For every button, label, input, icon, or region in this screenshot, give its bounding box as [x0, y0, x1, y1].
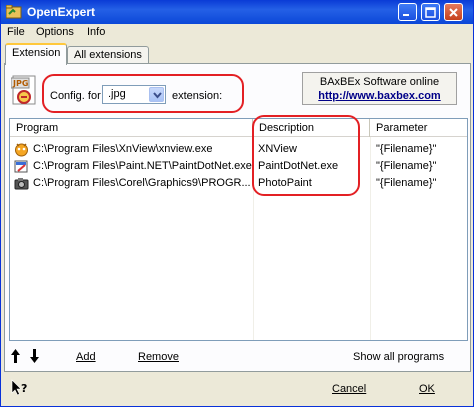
- close-icon: [449, 8, 458, 17]
- menu-info[interactable]: Info: [87, 26, 105, 38]
- svg-text:?: ?: [21, 382, 27, 395]
- program-path: C:\Program Files\Paint.NET\PaintDotNet.e…: [33, 160, 252, 172]
- cancel-button[interactable]: Cancel: [332, 383, 366, 395]
- company-info-box: BAxBEx Software online http://www.baxbex…: [302, 72, 457, 105]
- arrow-up-icon[interactable]: [10, 348, 21, 364]
- minimize-icon: [403, 14, 409, 16]
- close-button[interactable]: [444, 3, 463, 21]
- minimize-button[interactable]: [398, 3, 417, 21]
- column-header-parameter[interactable]: Parameter: [370, 119, 467, 137]
- tab-extension-label: Extension: [12, 47, 61, 59]
- table-row[interactable]: C:\Program Files\Corel\Graphics9\PROGR..…: [10, 175, 467, 192]
- program-path: C:\Program Files\Corel\Graphics9\PROGR..…: [33, 177, 251, 189]
- menu-options[interactable]: Options: [36, 26, 74, 38]
- folder-icon: [6, 5, 22, 19]
- remove-button[interactable]: Remove: [138, 351, 179, 363]
- column-divider: [370, 137, 371, 340]
- ok-button[interactable]: OK: [419, 383, 435, 395]
- table-row[interactable]: C:\Program Files\XnView\xnview.exe XNVie…: [10, 141, 467, 158]
- camera-icon: [14, 178, 29, 190]
- app-window: OpenExpert File Options Info Extension A…: [0, 0, 474, 407]
- table-row[interactable]: C:\Program Files\Paint.NET\PaintDotNet.e…: [10, 158, 467, 175]
- svg-text:JPG: JPG: [12, 79, 28, 88]
- program-list[interactable]: Program Description Parameter C:\Program…: [9, 118, 468, 341]
- paintdotnet-icon: [14, 160, 28, 173]
- column-header-program-label: Program: [16, 122, 59, 134]
- menu-bar: File Options Info: [1, 24, 473, 42]
- help-pointer-icon[interactable]: ?: [11, 379, 29, 397]
- maximize-icon: [425, 7, 436, 18]
- tab-strip: Extension All extensions: [1, 42, 473, 65]
- window-title: OpenExpert: [27, 5, 96, 19]
- tab-extension[interactable]: Extension: [5, 43, 68, 65]
- arrow-down-icon[interactable]: [29, 348, 40, 364]
- remove-button-label: Remove: [138, 351, 179, 363]
- show-all-programs-button[interactable]: Show all programs: [353, 351, 444, 363]
- xnview-icon: [15, 143, 28, 157]
- add-button[interactable]: Add: [76, 351, 96, 363]
- program-parameter: "{Filename}": [376, 177, 437, 189]
- title-bar[interactable]: OpenExpert: [1, 0, 473, 24]
- column-header-parameter-label: Parameter: [376, 122, 428, 134]
- highlight-config: [42, 74, 244, 113]
- jpg-file-icon: JPG: [11, 75, 36, 105]
- highlight-description: [252, 115, 360, 196]
- add-button-label: Add: [76, 351, 96, 363]
- company-url-link[interactable]: http://www.baxbex.com: [303, 90, 456, 102]
- column-header-program[interactable]: Program: [10, 119, 253, 137]
- menu-file[interactable]: File: [7, 26, 25, 38]
- cancel-button-label: Cancel: [332, 383, 367, 395]
- program-parameter: "{Filename}": [376, 160, 437, 172]
- ok-button-label: OK: [419, 383, 435, 395]
- show-all-programs-label: Show all programs: [353, 351, 445, 363]
- company-name: BAxBEx Software online: [319, 76, 440, 88]
- list-header: Program Description Parameter: [10, 119, 467, 137]
- tab-all-extensions-label: All extensions: [74, 49, 142, 61]
- maximize-button[interactable]: [421, 3, 440, 21]
- tab-all-extensions[interactable]: All extensions: [67, 46, 149, 64]
- program-path: C:\Program Files\XnView\xnview.exe: [33, 143, 213, 155]
- program-parameter: "{Filename}": [376, 143, 437, 155]
